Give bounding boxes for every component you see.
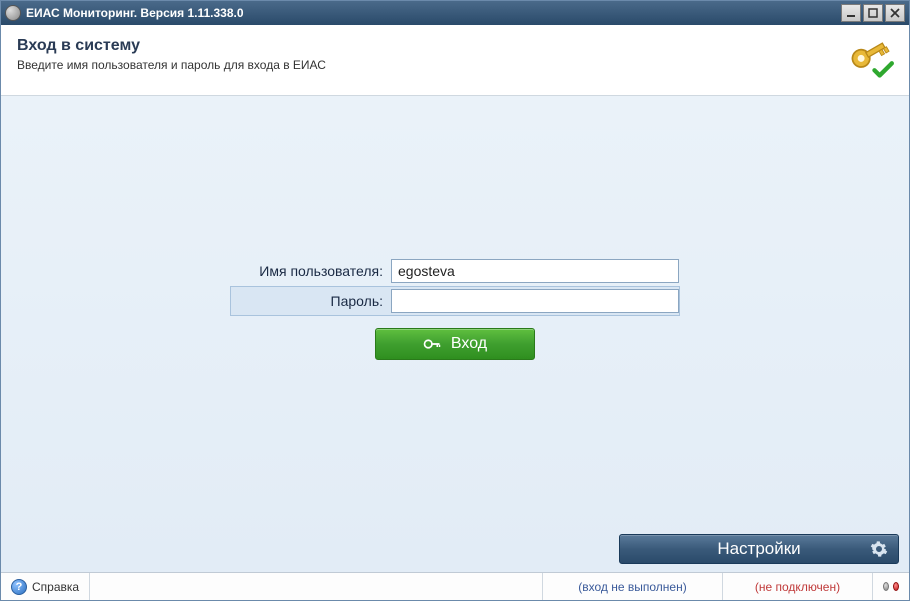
maximize-button[interactable] bbox=[863, 4, 883, 22]
key-check-icon bbox=[845, 37, 893, 81]
login-form: Имя пользователя: Пароль: Вход bbox=[230, 256, 680, 360]
settings-button-label: Настройки bbox=[717, 539, 800, 559]
login-status: (вход не выполнен) bbox=[543, 573, 723, 600]
statusbar: ? Справка (вход не выполнен) (не подключ… bbox=[1, 572, 909, 600]
login-button-label: Вход bbox=[451, 335, 487, 353]
status-leds bbox=[873, 573, 909, 600]
help-icon: ? bbox=[11, 579, 27, 595]
page-title: Вход в систему bbox=[17, 37, 845, 55]
titlebar: ЕИАС Мониторинг. Версия 1.11.338.0 bbox=[1, 1, 909, 25]
login-button[interactable]: Вход bbox=[375, 328, 535, 360]
app-window: ЕИАС Мониторинг. Версия 1.11.338.0 Вход … bbox=[0, 0, 910, 601]
connection-status: (не подключен) bbox=[723, 573, 873, 600]
status-spacer bbox=[90, 573, 543, 600]
header-panel: Вход в систему Введите имя пользователя … bbox=[1, 25, 909, 96]
header-texts: Вход в систему Введите имя пользователя … bbox=[17, 37, 845, 72]
minimize-button[interactable] bbox=[841, 4, 861, 22]
app-icon bbox=[5, 5, 21, 21]
help-button[interactable]: ? Справка bbox=[1, 573, 90, 600]
password-row: Пароль: bbox=[230, 286, 680, 316]
led-grey-icon bbox=[883, 582, 889, 591]
content-area: Имя пользователя: Пароль: Вход bbox=[1, 96, 909, 572]
page-subtitle: Введите имя пользователя и пароль для вх… bbox=[17, 58, 845, 72]
key-icon bbox=[423, 335, 441, 353]
username-input[interactable] bbox=[391, 259, 679, 283]
password-label: Пароль: bbox=[231, 293, 391, 309]
username-label: Имя пользователя: bbox=[231, 263, 391, 279]
titlebar-text: ЕИАС Мониторинг. Версия 1.11.338.0 bbox=[26, 6, 841, 20]
gear-icon bbox=[870, 540, 888, 558]
close-button[interactable] bbox=[885, 4, 905, 22]
maximize-icon bbox=[868, 8, 878, 18]
close-icon bbox=[890, 8, 900, 18]
minimize-icon bbox=[846, 8, 856, 18]
window-controls bbox=[841, 4, 905, 22]
settings-button[interactable]: Настройки bbox=[619, 534, 899, 564]
help-label: Справка bbox=[32, 580, 79, 594]
password-input[interactable] bbox=[391, 289, 679, 313]
led-red-icon bbox=[893, 582, 899, 591]
username-row: Имя пользователя: bbox=[230, 256, 680, 286]
